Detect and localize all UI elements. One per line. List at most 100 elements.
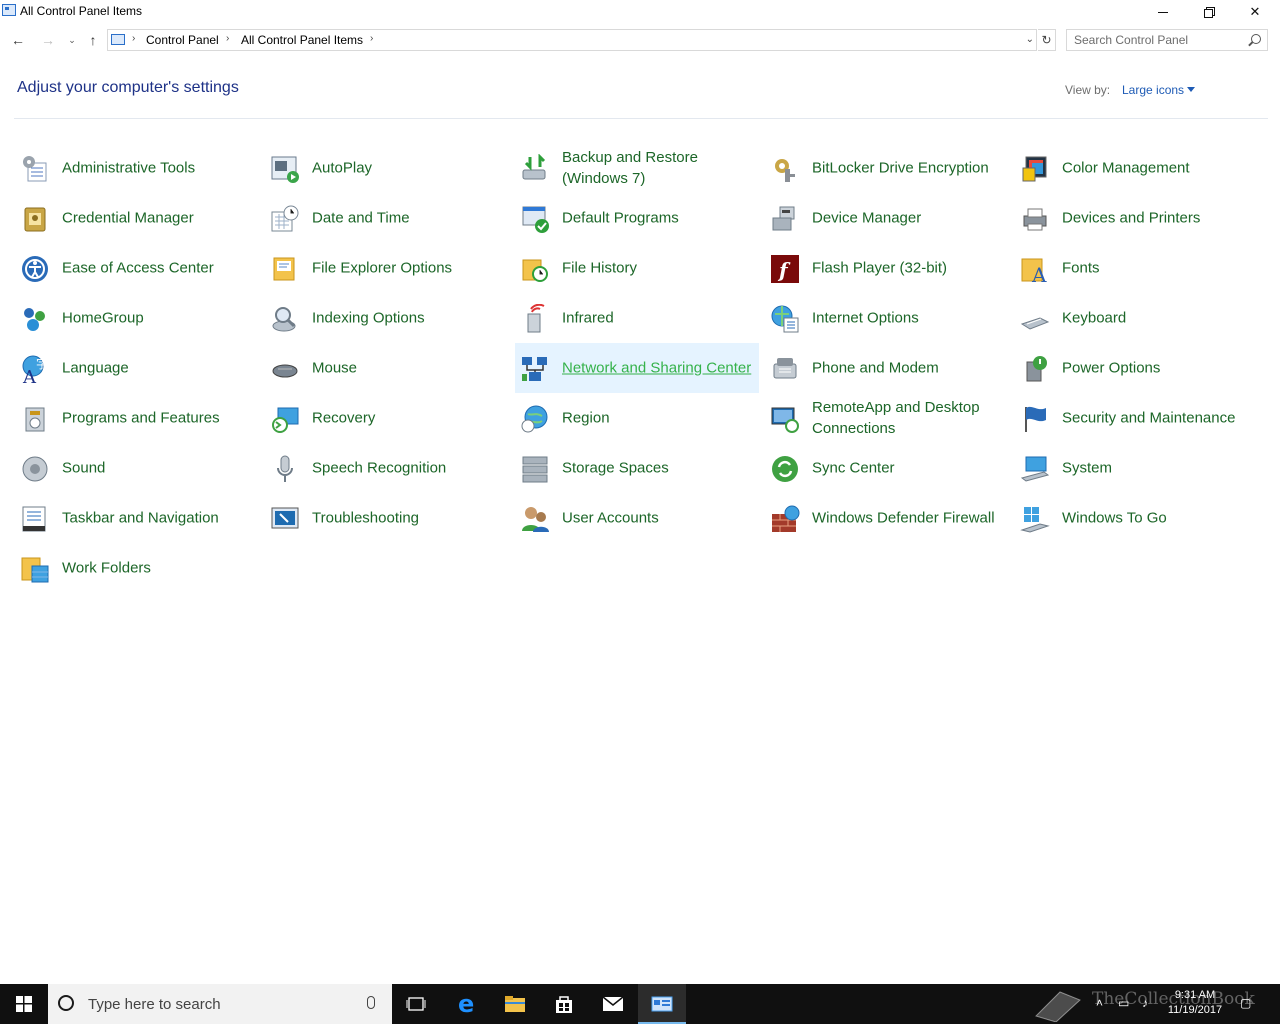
- control-panel-item[interactable]: Device Manager: [765, 193, 1009, 243]
- volume-icon[interactable]: ♪: [1142, 996, 1148, 1010]
- start-button[interactable]: [0, 984, 48, 1024]
- control-panel-item-label[interactable]: HomeGroup: [62, 308, 252, 329]
- microphone-icon[interactable]: [367, 996, 375, 1009]
- control-panel-item-label[interactable]: Storage Spaces: [562, 458, 752, 479]
- action-center-icon[interactable]: ▢: [1240, 996, 1251, 1010]
- control-panel-item-label[interactable]: Indexing Options: [312, 308, 502, 329]
- control-panel-item[interactable]: Storage Spaces: [515, 443, 759, 493]
- control-panel-item[interactable]: Sync Center: [765, 443, 1009, 493]
- store-button[interactable]: [540, 984, 588, 1024]
- view-by-dropdown[interactable]: Large icons: [1122, 83, 1184, 97]
- control-panel-item[interactable]: Credential Manager: [15, 193, 259, 243]
- control-panel-item[interactable]: Power Options: [1015, 343, 1259, 393]
- control-panel-item-label[interactable]: Network and Sharing Center: [562, 358, 752, 379]
- control-panel-item-label[interactable]: Flash Player (32-bit): [812, 258, 1002, 279]
- forward-button[interactable]: →: [38, 30, 58, 50]
- control-panel-item-label[interactable]: Backup and Restore (Windows 7): [562, 147, 752, 189]
- control-panel-item[interactable]: User Accounts: [515, 493, 759, 543]
- control-panel-item[interactable]: File History: [515, 243, 759, 293]
- control-panel-item-label[interactable]: Sound: [62, 458, 252, 479]
- control-panel-item[interactable]: Administrative Tools: [15, 143, 259, 193]
- control-panel-item-label[interactable]: Troubleshooting: [312, 508, 502, 529]
- control-panel-item-label[interactable]: RemoteApp and Desktop Connections: [812, 397, 1002, 439]
- control-panel-item[interactable]: RemoteApp and Desktop Connections: [765, 393, 1009, 443]
- control-panel-item-label[interactable]: Internet Options: [812, 308, 1002, 329]
- control-panel-item-label[interactable]: AutoPlay: [312, 158, 502, 179]
- control-panel-taskbar-button[interactable]: [638, 984, 686, 1024]
- control-panel-item-label[interactable]: Windows Defender Firewall: [812, 508, 1002, 529]
- control-panel-item-label[interactable]: Recovery: [312, 408, 502, 429]
- control-panel-item-label[interactable]: Language: [62, 358, 252, 379]
- control-panel-item[interactable]: Default Programs: [515, 193, 759, 243]
- control-panel-item[interactable]: Infrared: [515, 293, 759, 343]
- control-panel-item[interactable]: AutoPlay: [265, 143, 509, 193]
- control-panel-item-label[interactable]: Devices and Printers: [1062, 208, 1252, 229]
- control-panel-item[interactable]: Taskbar and Navigation: [15, 493, 259, 543]
- control-panel-item-label[interactable]: Fonts: [1062, 258, 1252, 279]
- restore-button[interactable]: [1186, 0, 1232, 24]
- control-panel-item-label[interactable]: Region: [562, 408, 752, 429]
- chevron-right-icon[interactable]: ›: [132, 33, 135, 44]
- control-panel-item-label[interactable]: Power Options: [1062, 358, 1252, 379]
- control-panel-item[interactable]: Programs and Features: [15, 393, 259, 443]
- control-panel-item[interactable]: Recovery: [265, 393, 509, 443]
- taskbar-search[interactable]: Type here to search: [48, 984, 392, 1024]
- up-button[interactable]: ↑: [83, 30, 103, 50]
- control-panel-item[interactable]: Phone and Modem: [765, 343, 1009, 393]
- control-panel-item-label[interactable]: Device Manager: [812, 208, 1002, 229]
- control-panel-item-label[interactable]: Sync Center: [812, 458, 1002, 479]
- breadcrumb-control-panel[interactable]: Control Panel: [146, 33, 219, 47]
- recent-locations-button[interactable]: ⌄: [62, 30, 82, 50]
- refresh-button[interactable]: ↻: [1038, 29, 1056, 51]
- control-panel-item-label[interactable]: Mouse: [312, 358, 502, 379]
- control-panel-item[interactable]: f Flash Player (32-bit): [765, 243, 1009, 293]
- control-panel-item-label[interactable]: Date and Time: [312, 208, 502, 229]
- control-panel-item[interactable]: Internet Options: [765, 293, 1009, 343]
- control-panel-item-label[interactable]: Color Management: [1062, 158, 1252, 179]
- breadcrumb-all-items[interactable]: All Control Panel Items: [241, 33, 363, 47]
- control-panel-item[interactable]: Speech Recognition: [265, 443, 509, 493]
- control-panel-item[interactable]: Devices and Printers: [1015, 193, 1259, 243]
- network-icon[interactable]: ▭: [1118, 996, 1129, 1010]
- dropdown-caret-icon[interactable]: [1187, 87, 1195, 92]
- search-input[interactable]: [1074, 33, 1244, 47]
- control-panel-item-label[interactable]: Credential Manager: [62, 208, 252, 229]
- taskbar-clock[interactable]: 9:31 AM 11/19/2017: [1160, 988, 1230, 1018]
- control-panel-item-label[interactable]: Work Folders: [62, 558, 252, 579]
- control-panel-item-label[interactable]: Administrative Tools: [62, 158, 252, 179]
- show-hidden-icons-icon[interactable]: ˄: [1096, 996, 1103, 1010]
- control-panel-item-label[interactable]: Keyboard: [1062, 308, 1252, 329]
- control-panel-item[interactable]: Mouse: [265, 343, 509, 393]
- control-panel-item-label[interactable]: Security and Maintenance: [1062, 408, 1252, 429]
- chevron-right-icon[interactable]: ›: [226, 33, 229, 44]
- edge-button[interactable]: e: [443, 984, 491, 1024]
- control-panel-item[interactable]: A 字 Language: [15, 343, 259, 393]
- control-panel-item[interactable]: Network and Sharing Center: [515, 343, 759, 393]
- control-panel-item[interactable]: Indexing Options: [265, 293, 509, 343]
- control-panel-item[interactable]: Sound: [15, 443, 259, 493]
- file-explorer-button[interactable]: [491, 984, 539, 1024]
- control-panel-item-label[interactable]: Windows To Go: [1062, 508, 1252, 529]
- control-panel-item-label[interactable]: User Accounts: [562, 508, 752, 529]
- control-panel-item[interactable]: HomeGroup: [15, 293, 259, 343]
- control-panel-item[interactable]: BitLocker Drive Encryption: [765, 143, 1009, 193]
- control-panel-item[interactable]: Windows To Go: [1015, 493, 1259, 543]
- control-panel-item-label[interactable]: System: [1062, 458, 1252, 479]
- control-panel-item[interactable]: Troubleshooting: [265, 493, 509, 543]
- control-panel-item-label[interactable]: Taskbar and Navigation: [62, 508, 252, 529]
- control-panel-item[interactable]: Security and Maintenance: [1015, 393, 1259, 443]
- address-bar[interactable]: › Control Panel › All Control Panel Item…: [107, 29, 1037, 51]
- control-panel-item-label[interactable]: Infrared: [562, 308, 752, 329]
- control-panel-item[interactable]: Work Folders: [15, 543, 259, 593]
- control-panel-item[interactable]: A Fonts: [1015, 243, 1259, 293]
- control-panel-item-label[interactable]: Speech Recognition: [312, 458, 502, 479]
- control-panel-item[interactable]: Date and Time: [265, 193, 509, 243]
- control-panel-item[interactable]: Region: [515, 393, 759, 443]
- minimize-button[interactable]: [1140, 0, 1186, 24]
- control-panel-item[interactable]: File Explorer Options: [265, 243, 509, 293]
- chevron-down-icon[interactable]: ⌄: [1026, 34, 1034, 45]
- task-view-button[interactable]: [392, 984, 440, 1024]
- back-button[interactable]: ←: [8, 30, 28, 50]
- control-panel-item[interactable]: System: [1015, 443, 1259, 493]
- control-panel-item[interactable]: Color Management: [1015, 143, 1259, 193]
